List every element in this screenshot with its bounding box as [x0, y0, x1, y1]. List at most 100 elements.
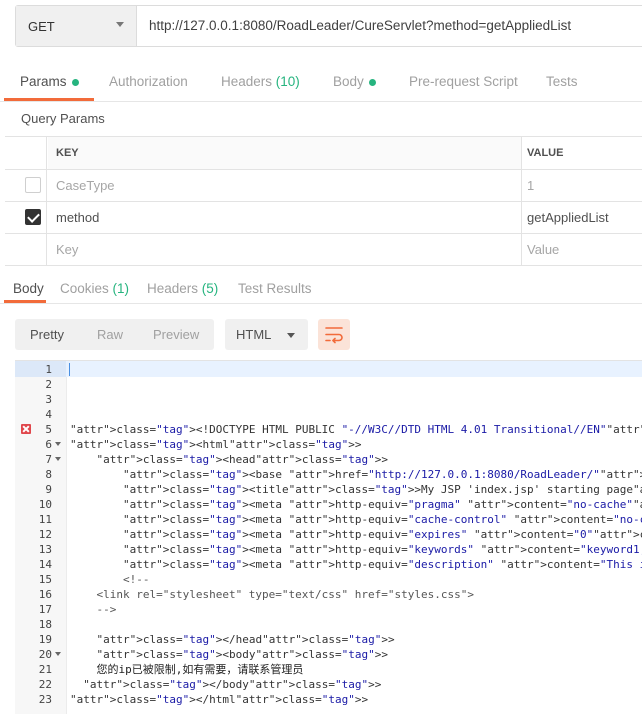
line-number: 16 — [38, 588, 52, 601]
code-line: 6 "attr">class="tag"><html"attr">class="t… — [15, 437, 642, 452]
code-line: 9 "attr">class="tag"><title"attr">class=… — [15, 482, 642, 497]
mode-raw[interactable]: Raw — [97, 327, 123, 342]
request-tabs: Params Authorization Headers (10) Body P… — [0, 62, 642, 102]
code-text: "attr">class="tag"><head"attr">class="ta… — [96, 453, 388, 466]
response-code-editor[interactable]: 1 2 3 4 5 "attr">class="tag"><!DOCTYPE HTML P… — [15, 360, 642, 714]
wrap-lines-icon — [325, 327, 343, 344]
mode-pretty[interactable]: Pretty — [30, 327, 64, 342]
tab-tests[interactable]: Tests — [546, 74, 578, 89]
code-line: 22 "attr">class="tag"></body"attr">class… — [15, 677, 642, 692]
checkbox-cell — [5, 170, 47, 201]
fold-toggle-icon[interactable] — [55, 652, 61, 656]
divider — [0, 101, 642, 102]
tab-label: Body — [333, 74, 364, 89]
line-number: 12 — [38, 528, 52, 541]
code-text: <link rel="stylesheet" type="text/css" h… — [70, 588, 474, 601]
line-number: 15 — [38, 573, 52, 586]
chevron-down-icon — [287, 333, 295, 338]
code-text: "attr">class="tag"><meta "attr">http-equ… — [122, 543, 642, 556]
code-text: "attr">class="tag"></html"attr">class="t… — [70, 693, 369, 706]
code-line: 5 "attr">class="tag"><!DOCTYPE HTML PUBLI… — [15, 422, 642, 437]
method-label: GET — [28, 18, 55, 34]
table-header: KEY VALUE — [5, 137, 642, 170]
request-bar: GET http://127.0.0.1:8080/RoadLeader/Cur… — [15, 5, 642, 47]
line-number: 9 — [45, 483, 52, 496]
method-select[interactable]: GET — [16, 6, 137, 46]
tab-label: Test Results — [238, 281, 312, 296]
mode-preview[interactable]: Preview — [153, 327, 199, 342]
query-params-title: Query Params — [21, 111, 105, 126]
tab-count: (5) — [201, 281, 219, 296]
tab-label: Cookies — [60, 281, 109, 296]
tab-count: (1) — [112, 281, 130, 296]
table-row: CaseType 1 — [5, 170, 642, 202]
chevron-down-icon — [116, 22, 124, 27]
param-value[interactable]: getAppliedList — [523, 202, 642, 233]
new-key-input[interactable]: Key — [48, 234, 522, 265]
language-select[interactable]: HTML — [225, 319, 308, 350]
tab-label: Pre-request Script — [409, 74, 518, 89]
code-text: --> — [70, 603, 117, 616]
param-value[interactable]: 1 — [523, 170, 642, 201]
tab-label: Tests — [546, 74, 578, 89]
status-dot-icon — [368, 78, 376, 86]
code-text: "attr">class="tag"><meta "attr">http-equ… — [122, 513, 642, 526]
line-number: 2 — [45, 378, 52, 391]
tab-label: Body — [13, 281, 44, 296]
new-value-input[interactable]: Value — [523, 234, 642, 265]
code-line: 14 "attr">class="tag"><meta "attr">http-… — [15, 557, 642, 572]
header-key: KEY — [48, 137, 522, 169]
tab-authorization[interactable]: Authorization — [109, 74, 188, 89]
response-tabs: Body Cookies (1) Headers (5) Test Result… — [0, 270, 642, 306]
row-checkbox[interactable] — [25, 209, 41, 225]
code-line: 4 — [15, 407, 642, 422]
code-text: "attr">class="tag"><meta "attr">http-equ… — [122, 528, 642, 541]
code-line: 3 — [15, 392, 642, 407]
code-line: 20 "attr">class="tag"><body"attr">class=… — [15, 647, 642, 662]
line-number: 1 — [45, 363, 52, 376]
line-number: 6 — [45, 438, 52, 451]
tab-response-body[interactable]: Body — [13, 281, 44, 296]
code-line: 13 "attr">class="tag"><meta "attr">http-… — [15, 542, 642, 557]
line-number: 20 — [38, 648, 52, 661]
param-key[interactable]: CaseType — [48, 170, 522, 201]
code-text: "attr">class="tag"><base "attr">href="ht… — [122, 468, 642, 481]
wrap-lines-button[interactable] — [318, 319, 350, 350]
header-cell-checkbox — [5, 137, 47, 169]
fold-toggle-icon[interactable] — [55, 442, 61, 446]
code-text: "attr">class="tag"><meta "attr">http-equ… — [122, 558, 642, 571]
tab-pre-request-script[interactable]: Pre-request Script — [409, 74, 518, 89]
row-checkbox[interactable] — [25, 177, 41, 193]
code-line: 7 "attr">class="tag"><head"attr">class="… — [15, 452, 642, 467]
code-text: "attr">class="tag"><html"attr">class="ta… — [70, 438, 362, 451]
code-line: 18 — [15, 617, 642, 632]
line-number: 7 — [45, 453, 52, 466]
code-text: "attr">class="tag"><meta "attr">http-equ… — [122, 498, 642, 511]
url-input[interactable]: http://127.0.0.1:8080/RoadLeader/CureSer… — [149, 6, 571, 46]
tab-label: Headers — [221, 74, 273, 89]
tab-cookies[interactable]: Cookies (1) — [60, 281, 129, 296]
line-number: 8 — [45, 468, 52, 481]
code-line: 21 您的ip已被限制,如有需要，请联系管理员 — [15, 662, 642, 677]
tab-test-results[interactable]: Test Results — [238, 281, 312, 296]
tab-response-headers[interactable]: Headers (5) — [147, 281, 218, 296]
checkbox-cell — [5, 234, 47, 265]
code-line: 8 "attr">class="tag"><base "attr">href="… — [15, 467, 642, 482]
code-text: <!-- — [70, 573, 150, 586]
tab-headers[interactable]: Headers (10) — [221, 74, 300, 89]
line-number: 23 — [38, 693, 52, 706]
fold-toggle-icon[interactable] — [55, 457, 61, 461]
checkbox-cell — [5, 202, 47, 233]
code-text: "attr">class="tag"><body"attr">class="ta… — [96, 648, 388, 661]
tab-params[interactable]: Params — [20, 74, 79, 89]
code-text: 您的ip已被限制,如有需要，请联系管理员 — [70, 663, 304, 676]
tab-body[interactable]: Body — [333, 74, 376, 89]
line-number: 21 — [38, 663, 52, 676]
tab-label: Authorization — [109, 74, 188, 89]
code-text: "attr">class="tag"></body"attr">class="t… — [83, 678, 382, 691]
code-line: 16 <link rel="stylesheet" type="text/css… — [15, 587, 642, 602]
status-dot-icon — [71, 78, 79, 86]
param-key[interactable]: method — [48, 202, 522, 233]
line-number: 5 — [45, 423, 52, 436]
code-text: "attr">class="tag"></head"attr">class="t… — [96, 633, 395, 646]
